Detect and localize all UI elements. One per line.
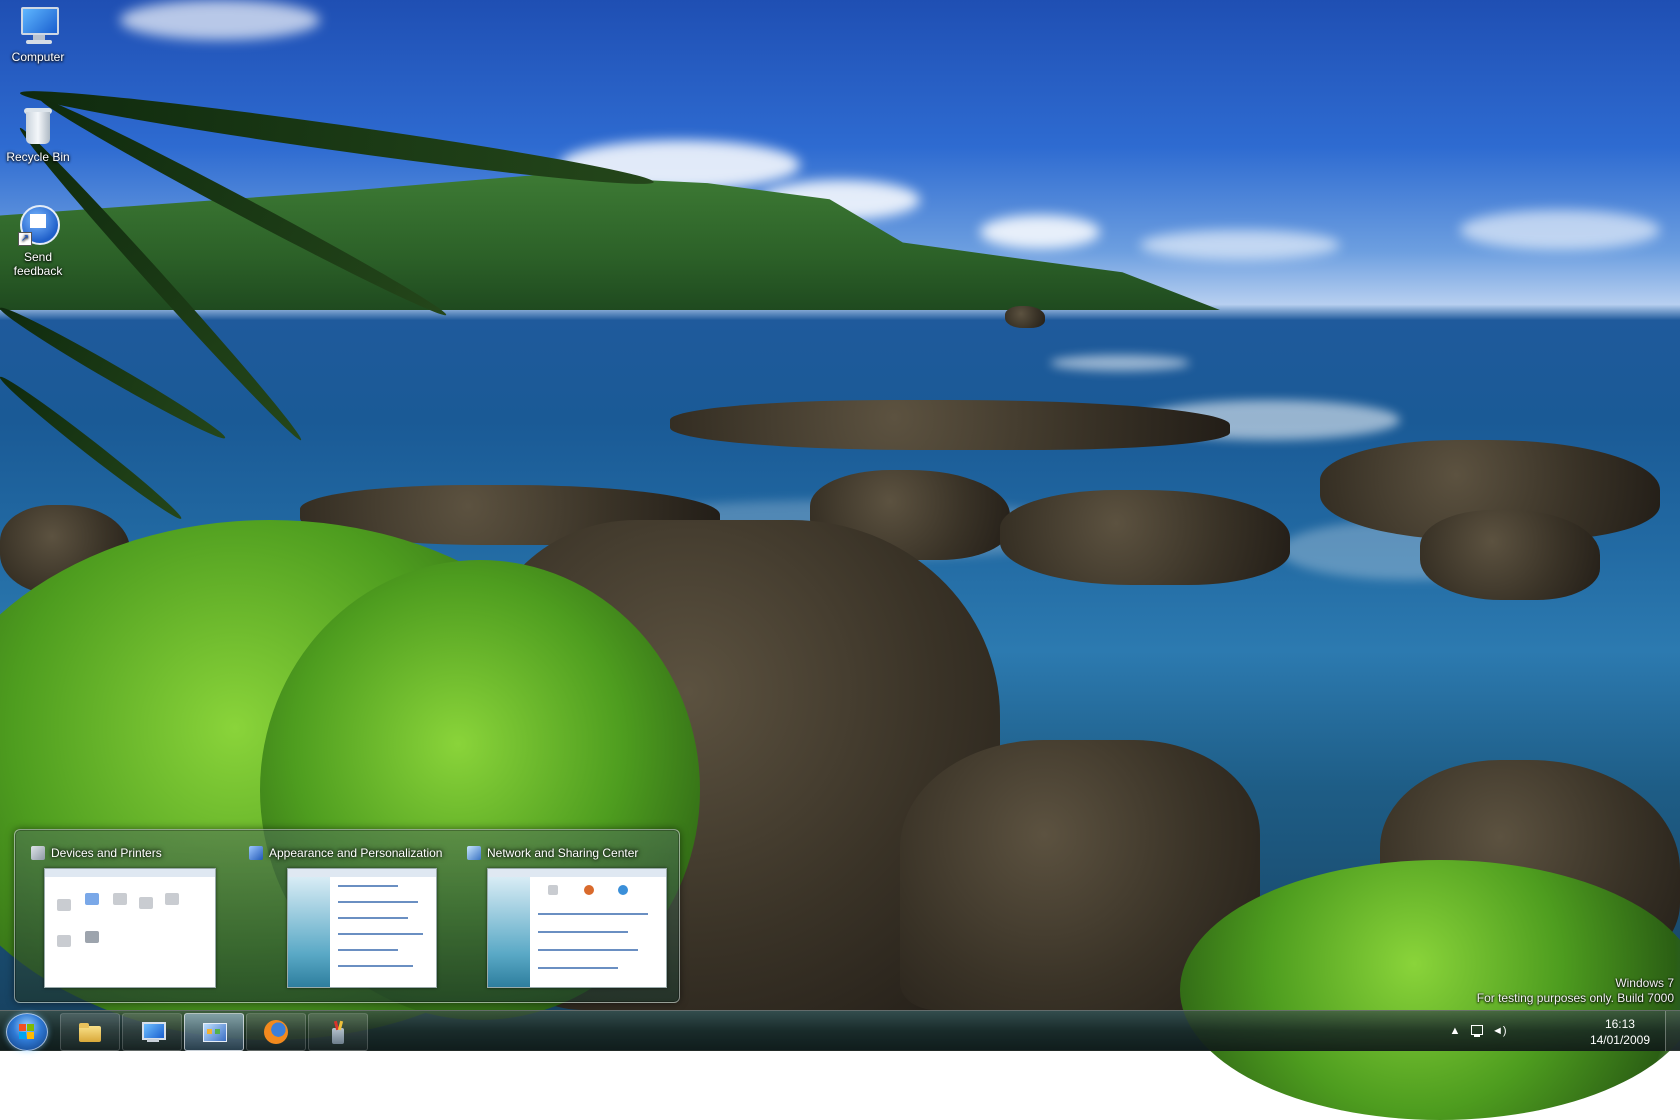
cloud bbox=[980, 215, 1100, 249]
thumbnail-title-text: Network and Sharing Center bbox=[487, 846, 639, 860]
cloud bbox=[1140, 230, 1340, 260]
cloud bbox=[120, 0, 320, 40]
show-desktop-button[interactable] bbox=[1665, 1011, 1680, 1051]
taskbar-button-control-panel[interactable] bbox=[184, 1013, 244, 1051]
network-sharing-icon bbox=[467, 846, 481, 860]
explorer-folder-icon bbox=[77, 1020, 103, 1044]
firefox-icon bbox=[263, 1020, 289, 1044]
cloud bbox=[1460, 210, 1660, 250]
desktop-icon-recycle-bin[interactable]: Recycle Bin bbox=[4, 104, 72, 164]
show-hidden-icons-icon[interactable]: ▲ bbox=[1448, 1024, 1462, 1038]
thumbnail-title: Devices and Printers bbox=[31, 846, 162, 860]
desktop-icon-send-feedback[interactable]: ↗ Send feedback bbox=[4, 204, 72, 278]
taskbar-button-firefox[interactable] bbox=[246, 1013, 306, 1051]
network-icon[interactable] bbox=[1470, 1024, 1484, 1038]
taskbar-button-cleaner-tool[interactable] bbox=[308, 1013, 368, 1051]
taskbar-button-explorer[interactable] bbox=[60, 1013, 120, 1051]
appearance-personalization-icon bbox=[249, 846, 263, 860]
computer-icon bbox=[17, 4, 59, 46]
cleaner-tool-icon bbox=[325, 1020, 351, 1044]
control-panel-icon bbox=[201, 1020, 227, 1044]
start-button[interactable] bbox=[6, 1013, 48, 1051]
watermark-build: For testing purposes only. Build 7000 bbox=[1476, 991, 1674, 1005]
computer-icon bbox=[139, 1020, 166, 1044]
desktop-icon-label: Recycle Bin bbox=[6, 150, 70, 164]
taskbar-button-computer[interactable] bbox=[122, 1013, 182, 1051]
desktop-icon-label: Send feedback bbox=[13, 250, 63, 278]
thumbnail-devices-printers[interactable]: Devices and Printers bbox=[15, 830, 233, 1002]
thumbnail-appearance-personalization[interactable]: Appearance and Personalization bbox=[233, 830, 451, 1002]
build-watermark: Windows 7 For testing purposes only. Bui… bbox=[1477, 976, 1674, 1006]
system-clock[interactable]: 16:13 14/01/2009 bbox=[1590, 1016, 1650, 1048]
devices-printers-icon bbox=[31, 846, 45, 860]
thumbnail-preview bbox=[44, 868, 216, 988]
send-feedback-icon: ↗ bbox=[17, 204, 60, 246]
surf bbox=[1050, 355, 1190, 371]
rock bbox=[1000, 490, 1290, 585]
rock bbox=[670, 400, 1230, 450]
clock-time: 16:13 bbox=[1604, 1017, 1635, 1031]
thumbnail-title: Appearance and Personalization bbox=[249, 846, 442, 860]
notification-area: ▲ ◄) 16:13 14/01/2009 bbox=[1410, 1011, 1680, 1051]
desktop-icon-computer[interactable]: Computer bbox=[4, 4, 72, 64]
windows-flag-icon bbox=[19, 1024, 35, 1040]
thumbnail-title-text: Appearance and Personalization bbox=[269, 846, 443, 860]
rock bbox=[1420, 510, 1600, 600]
thumbnail-title: Network and Sharing Center bbox=[467, 846, 638, 860]
recycle-bin-icon bbox=[17, 104, 59, 146]
thumbnail-preview bbox=[287, 868, 437, 988]
taskbar-thumbnail-group: Devices and Printers Appearance and Pers… bbox=[14, 829, 680, 1003]
desktop-icon-label: Computer bbox=[11, 50, 65, 64]
clock-date: 14/01/2009 bbox=[1589, 1033, 1650, 1047]
thumbnail-preview bbox=[487, 868, 667, 988]
watermark-product: Windows 7 bbox=[1615, 976, 1674, 990]
volume-icon[interactable]: ◄) bbox=[1492, 1024, 1507, 1038]
rock bbox=[1005, 306, 1045, 328]
thumbnail-network-sharing[interactable]: Network and Sharing Center bbox=[451, 830, 679, 1002]
taskbar: ▲ ◄) 16:13 14/01/2009 bbox=[0, 1010, 1680, 1051]
thumbnail-title-text: Devices and Printers bbox=[51, 846, 162, 860]
